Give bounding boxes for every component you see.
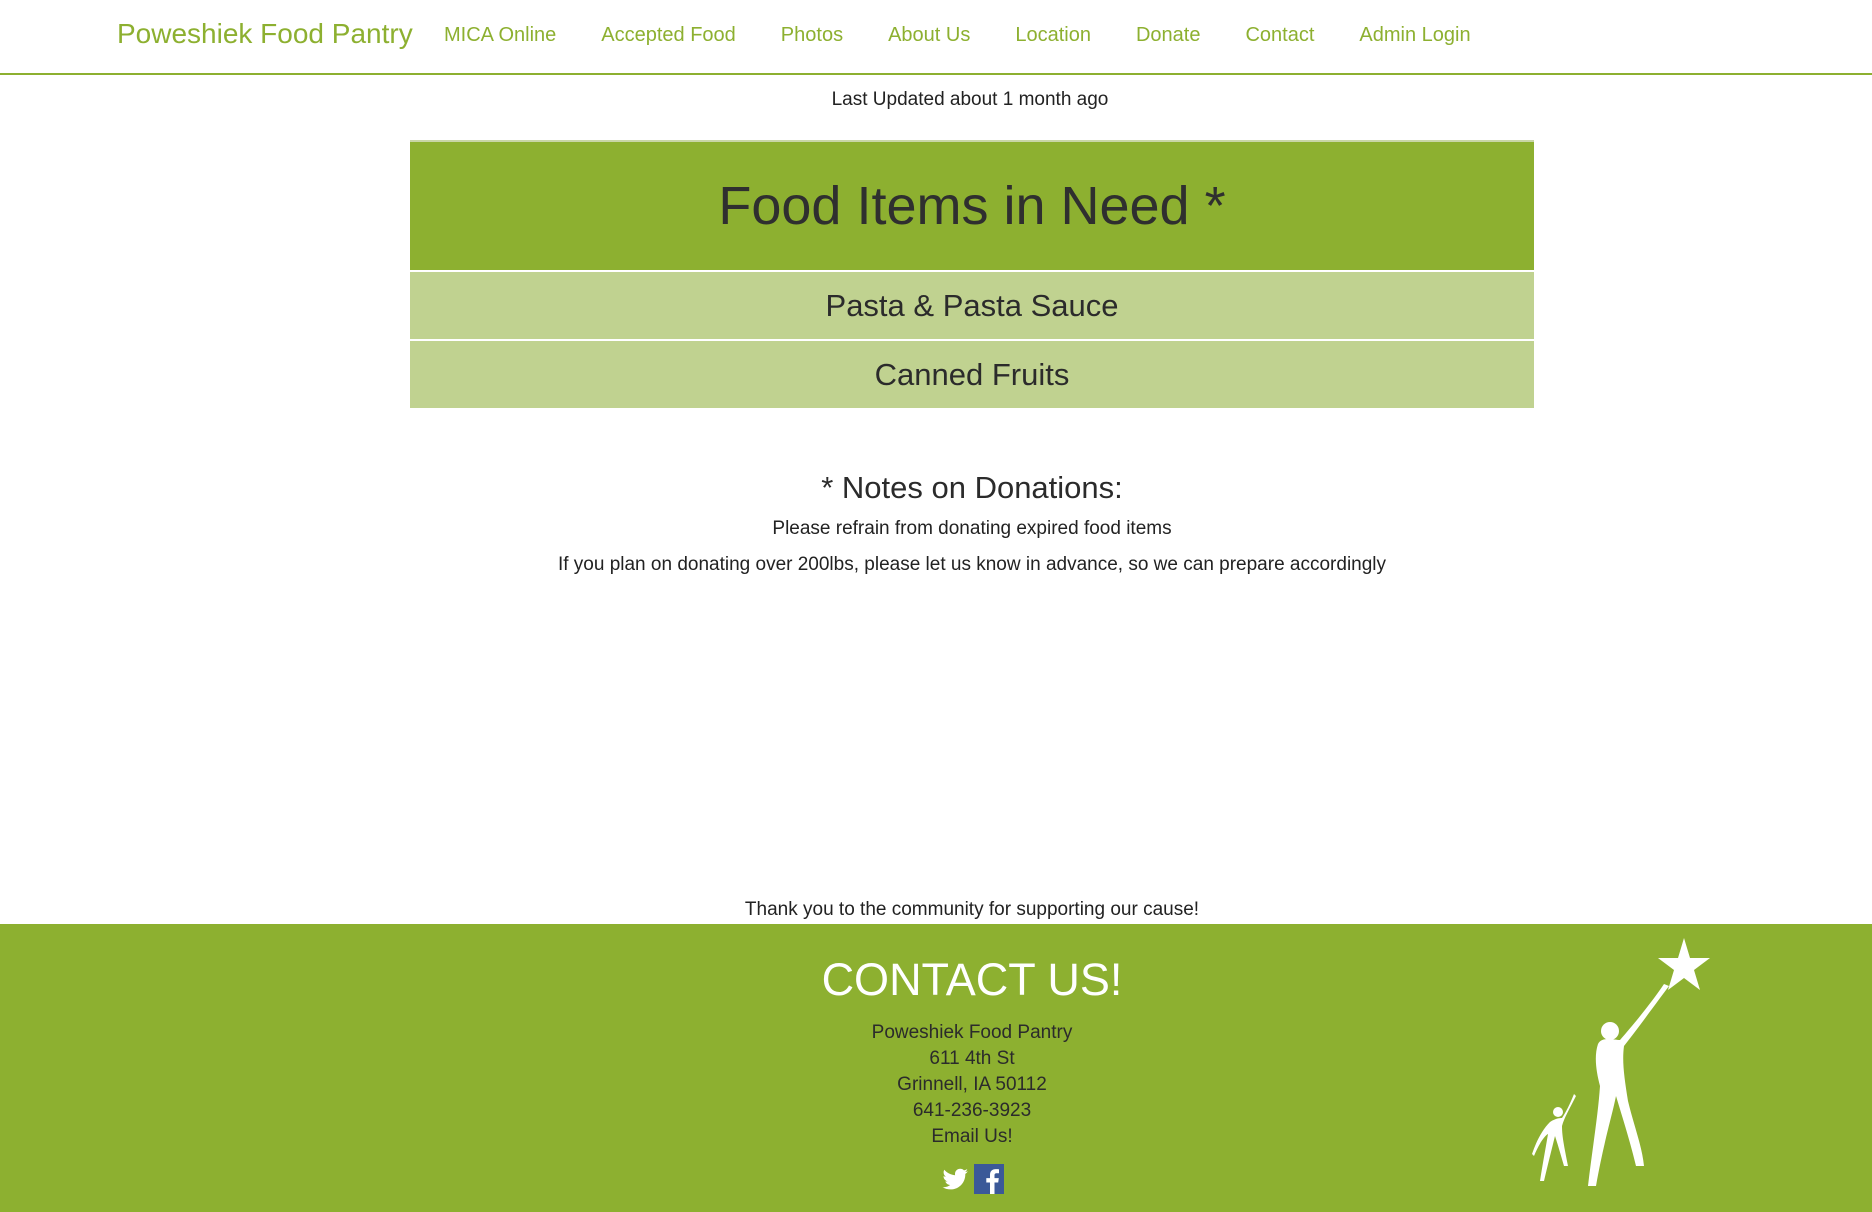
city-state-zip: Grinnell, IA 50112 <box>897 1074 1047 1095</box>
nav-donate[interactable]: Donate <box>1136 22 1201 48</box>
nav-accepted-food[interactable]: Accepted Food <box>601 22 736 48</box>
food-need-item: Pasta & Pasta Sauce <box>410 272 1534 339</box>
email-link[interactable]: Email Us! <box>931 1126 1012 1147</box>
nav-about-us[interactable]: About Us <box>888 22 970 48</box>
brand-link[interactable]: Poweshiek Food Pantry <box>117 18 413 50</box>
nav-mica-online[interactable]: MICA Online <box>444 22 556 48</box>
note-line: If you plan on donating over 200lbs, ple… <box>557 554 1387 575</box>
food-need-item: Canned Fruits <box>410 341 1534 408</box>
footer: CONTACT US! Poweshiek Food Pantry 611 4t… <box>0 924 1872 1212</box>
street-address: 611 4th St <box>929 1048 1015 1069</box>
reaching-figures-logo <box>1524 936 1724 1201</box>
nav-links: MICA Online Accepted Food Photos About U… <box>444 22 1516 48</box>
top-navbar: Poweshiek Food Pantry MICA Online Accept… <box>0 0 1872 75</box>
nav-photos[interactable]: Photos <box>781 22 843 48</box>
food-need-title: Food Items in Need * <box>410 140 1534 270</box>
org-name: Poweshiek Food Pantry <box>871 1022 1073 1043</box>
nav-location[interactable]: Location <box>1015 22 1091 48</box>
donation-notes: * Notes on Donations: Please refrain fro… <box>410 470 1534 590</box>
last-updated-text: Last Updated about 1 month ago <box>831 89 1109 110</box>
thanks-message: Thank you to the community for supportin… <box>744 899 1200 920</box>
food-need-panel: Food Items in Need * Pasta & Pasta Sauce… <box>410 140 1534 408</box>
twitter-icon[interactable] <box>940 1164 970 1194</box>
nav-contact[interactable]: Contact <box>1245 22 1314 48</box>
contact-info: Poweshiek Food Pantry 611 4th St Grinnel… <box>410 1020 1534 1150</box>
note-line: Please refrain from donating expired foo… <box>772 518 1172 539</box>
notes-title: * Notes on Donations: <box>821 470 1123 505</box>
contact-us-heading: CONTACT US! <box>821 954 1123 1005</box>
nav-admin-login[interactable]: Admin Login <box>1359 22 1470 48</box>
facebook-icon[interactable] <box>974 1164 1004 1194</box>
phone-number: 641-236-3923 <box>912 1100 1032 1121</box>
